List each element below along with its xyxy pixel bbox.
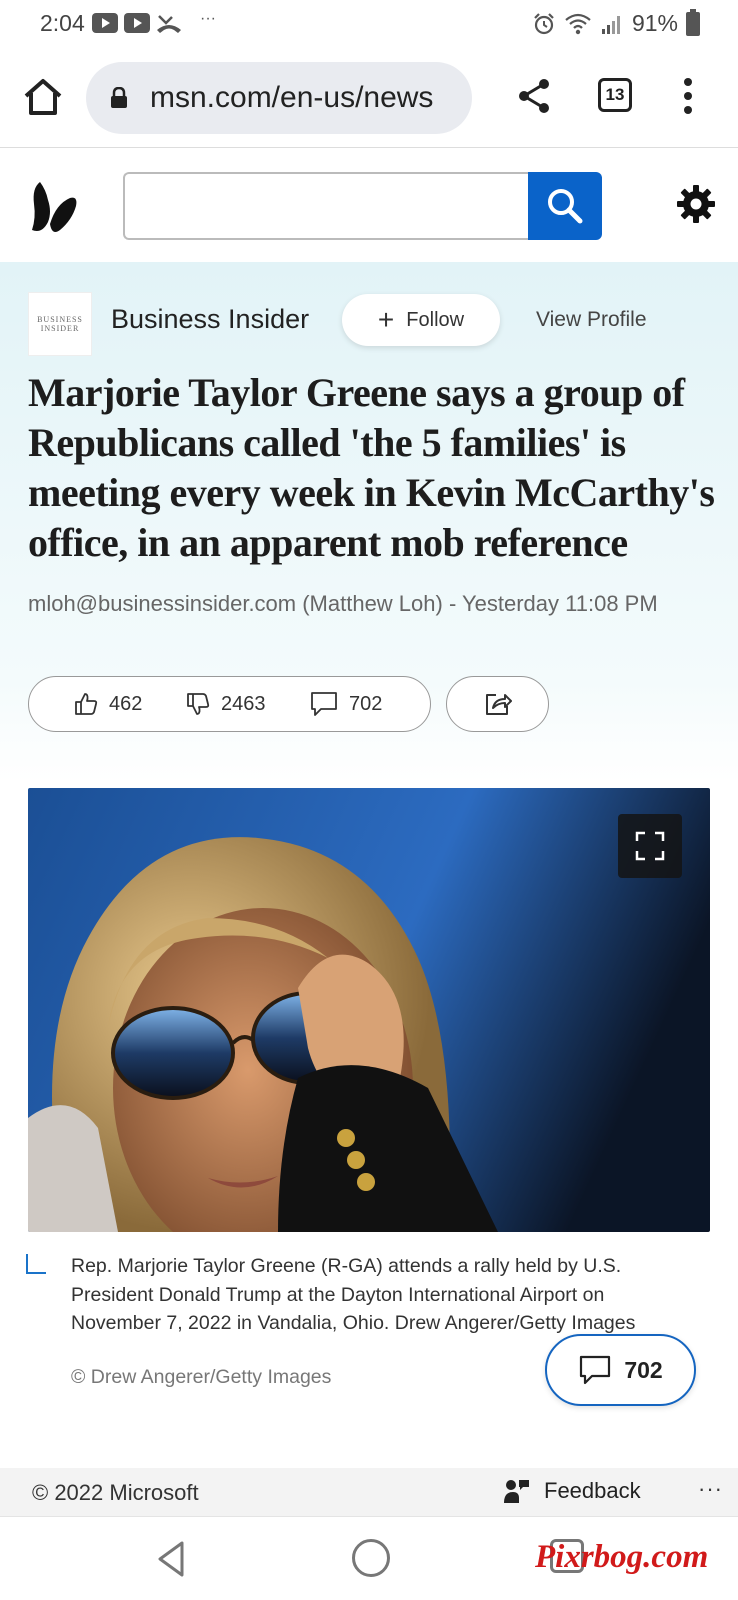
battery-icon [686,8,700,36]
dislike-count: 2463 [221,692,266,715]
thumbs-up-icon [75,693,98,715]
home-nav-icon[interactable] [352,1539,390,1577]
share-article-button[interactable] [446,676,549,732]
watermark-text: Pixrbog.com [535,1539,709,1575]
plus-icon: + [377,304,395,335]
like-button[interactable]: 462 [73,691,185,717]
browser-toolbar: msn.com/en-us/news 13 [0,48,738,148]
url-text: msn.com/en-us/news [150,81,434,114]
youtube-notification-icon [124,13,150,33]
feedback-label: Feedback [544,1478,641,1503]
comments-button[interactable]: 702 [309,690,382,718]
article: BUSINESS INSIDER Business Insider + Foll… [0,262,738,1468]
notification-icons [92,12,182,34]
follow-label: Follow [406,308,465,331]
floating-comment-count: 702 [624,1356,663,1383]
article-byline: mloh@businessinsider.com (Matthew Loh) -… [28,591,658,616]
article-headline: Marjorie Taylor Greene says a group of R… [28,370,715,565]
share-arrow-icon [485,694,512,715]
dislike-button[interactable]: 2463 [185,691,309,717]
like-count: 462 [109,692,143,715]
search-input[interactable] [123,172,529,240]
status-bar: 2:04 ··· 91% [0,0,738,48]
footer-more-menu[interactable]: ··· [698,1476,723,1502]
alarm-icon [534,12,554,34]
battery-percent: 91% [631,10,678,36]
reactions-bar: 462 2463 702 [28,676,431,732]
more-notifications-indicator: ··· [200,10,216,27]
msn-butterfly-logo[interactable] [30,174,80,238]
gear-icon[interactable] [676,184,716,224]
photo-caption: Rep. Marjorie Taylor Greene (R-GA) atten… [71,1255,636,1334]
comment-count: 702 [349,692,383,715]
feedback-icon [504,1480,529,1503]
comment-icon [311,692,337,716]
back-icon[interactable] [152,1539,192,1579]
thumbs-down-icon [187,693,210,715]
comment-icon [580,1355,611,1385]
search-icon [548,189,583,224]
view-profile-link[interactable]: View Profile [536,308,647,332]
home-icon[interactable] [22,76,64,118]
tab-count: 13 [605,85,625,104]
overflow-menu-icon[interactable] [676,76,700,116]
search-button[interactable] [528,172,602,240]
publisher-logo[interactable]: BUSINESS INSIDER [28,292,92,356]
expand-image-button[interactable] [618,814,682,878]
photo-credit: © Drew Angerer/Getty Images [71,1366,332,1388]
status-time: 2:04 [40,10,85,36]
tab-switcher-button[interactable]: 13 [598,78,632,112]
page-footer: © 2022 Microsoft Feedback ··· [0,1468,738,1516]
feedback-button[interactable]: Feedback [504,1478,641,1504]
follow-button[interactable]: + Follow [342,294,500,346]
signal-icon [601,15,620,34]
lock-icon [111,87,127,108]
caption-marker-icon [26,1254,46,1274]
address-bar[interactable]: msn.com/en-us/news [86,62,472,134]
publisher-logo-line2: INSIDER [40,324,80,333]
wifi-icon [565,13,591,34]
fullscreen-icon [635,831,665,861]
article-photo-image [28,788,710,1232]
msn-header [0,148,738,262]
missed-call-icon [157,15,181,33]
system-status: 91% [532,8,700,37]
publisher-name[interactable]: Business Insider [111,304,309,335]
publisher-logo-line1: BUSINESS [37,315,83,324]
youtube-notification-icon [92,13,118,33]
system-navigation-bar: Pixrbog.com [0,1516,738,1600]
share-icon[interactable] [516,76,552,116]
comments-floating-button[interactable]: 702 [545,1334,696,1406]
article-photo[interactable] [28,788,710,1232]
copyright-text: © 2022 Microsoft [32,1480,199,1505]
